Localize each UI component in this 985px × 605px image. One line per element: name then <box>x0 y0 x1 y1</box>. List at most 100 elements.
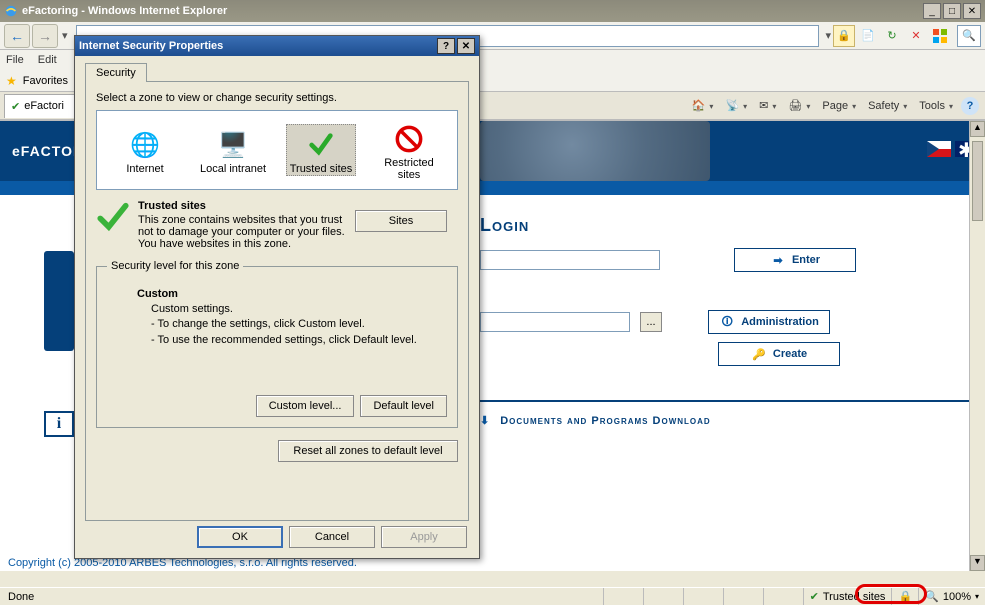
dialog-title: Internet Security Properties <box>79 40 223 52</box>
chevron-down-icon: ▾ <box>975 592 979 601</box>
dialog-help-button[interactable]: ? <box>437 38 455 54</box>
scroll-down-icon[interactable]: ▼ <box>970 555 985 571</box>
create-label: Create <box>773 348 807 360</box>
info-icon[interactable]: i <box>44 411 74 437</box>
feeds-button[interactable]: 📡 <box>721 97 751 114</box>
status-cell-1 <box>603 588 643 605</box>
dialog-titlebar[interactable]: Internet Security Properties ? ✕ <box>75 36 479 56</box>
zone-list: Internet Local intranet Trusted sites <box>96 110 458 190</box>
flag-cz[interactable] <box>927 141 951 157</box>
enter-icon: ➡ <box>770 252 786 268</box>
status-bar: Done ✔ Trusted sites 🔒 🔍 100% ▾ <box>0 587 985 605</box>
star-icon: ★ <box>6 74 17 88</box>
zone-internet-label: Internet <box>110 163 180 175</box>
zone-restricted[interactable]: Restricted sites <box>374 119 444 181</box>
status-cell-4 <box>723 588 763 605</box>
computer-icon <box>217 129 249 161</box>
compat-view-icon[interactable]: 📄 <box>857 25 879 47</box>
zoom-control[interactable]: 🔍 100% ▾ <box>918 588 985 605</box>
reset-all-button[interactable]: Reset all zones to default level <box>278 440 458 462</box>
status-cell-3 <box>683 588 723 605</box>
left-panel-stub <box>44 251 74 351</box>
download-icon: ⬇ <box>480 414 490 427</box>
status-cell-2 <box>643 588 683 605</box>
create-button[interactable]: 🔑 Create <box>718 342 840 366</box>
favorites-label[interactable]: Favorites <box>23 75 68 87</box>
ok-button[interactable]: OK <box>197 526 283 548</box>
scroll-up-icon[interactable]: ▲ <box>970 121 985 137</box>
security-dialog: Internet Security Properties ? ✕ Securit… <box>74 35 480 559</box>
trusted-sites-desc1: This zone contains websites that you tru… <box>138 214 348 238</box>
administration-button[interactable]: 🛈 Administration <box>708 310 830 334</box>
key-icon: 🔑 <box>751 346 767 362</box>
default-level-button[interactable]: Default level <box>360 395 447 417</box>
status-cell-5 <box>763 588 803 605</box>
forward-button[interactable] <box>32 24 58 48</box>
safety-menu[interactable]: Safety <box>864 98 911 114</box>
window-titlebar: eFactoring - Windows Internet Explorer _… <box>0 0 985 22</box>
mail-button[interactable]: ✉ <box>755 97 780 114</box>
page-menu[interactable]: Page <box>818 98 860 114</box>
refresh-button[interactable]: ↻ <box>881 25 903 47</box>
enter-button[interactable]: ➡ Enter <box>734 248 856 272</box>
status-zone-label: Trusted sites <box>823 591 886 603</box>
login-field-1[interactable] <box>480 250 660 270</box>
certificate-field[interactable] <box>480 312 630 332</box>
page-tab[interactable]: ✔ eFactori <box>4 94 83 118</box>
dialog-close-button[interactable]: ✕ <box>457 38 475 54</box>
checkmark-icon: ✔ <box>11 100 20 113</box>
back-button[interactable] <box>4 24 30 48</box>
nav-dropdown-icon[interactable]: ▾ <box>62 29 68 42</box>
security-tab-page: Select a zone to view or change security… <box>85 81 469 521</box>
download-label: Documents and Programs Download <box>500 415 711 427</box>
custom-line-0: Custom settings. <box>151 302 447 317</box>
window-minimize-button[interactable]: _ <box>923 3 941 19</box>
windows-flag-icon <box>929 25 951 47</box>
help-button[interactable]: ? <box>961 97 979 115</box>
zone-trusted[interactable]: Trusted sites <box>286 124 356 176</box>
scroll-thumb[interactable] <box>972 141 983 221</box>
addr-dropdown-icon[interactable]: ▾ <box>825 29 831 42</box>
browse-button[interactable]: ... <box>640 312 662 332</box>
window-maximize-button[interactable]: □ <box>943 3 961 19</box>
command-bar: 🏠 📡 ✉ 🖨 Page Safety Tools ? <box>688 97 979 115</box>
ie-icon <box>4 4 18 18</box>
stop-button[interactable]: ✕ <box>905 25 927 47</box>
trusted-sites-header: Trusted sites <box>138 200 348 212</box>
zoom-icon: 🔍 <box>925 590 939 603</box>
zone-intranet[interactable]: Local intranet <box>198 125 268 175</box>
window-close-button[interactable]: ✕ <box>963 3 981 19</box>
brand-image <box>480 121 710 181</box>
print-button[interactable]: 🖨 <box>784 97 814 114</box>
status-text: Done <box>0 591 42 603</box>
trusted-sites-desc2: You have websites in this zone. <box>138 238 348 250</box>
zone-prompt: Select a zone to view or change security… <box>96 92 458 104</box>
zone-internet[interactable]: Internet <box>110 125 180 175</box>
checkmark-icon: ✔ <box>810 590 819 603</box>
apply-button[interactable]: Apply <box>381 526 467 548</box>
custom-level-button[interactable]: Custom level... <box>256 395 355 417</box>
home-button[interactable]: 🏠 <box>688 97 718 114</box>
zone-intranet-label: Local intranet <box>198 163 268 175</box>
administration-label: Administration <box>741 316 819 328</box>
sites-button[interactable]: Sites <box>355 210 447 232</box>
window-title: eFactoring - Windows Internet Explorer <box>22 5 923 17</box>
group-legend: Security level for this zone <box>107 260 243 272</box>
lock-icon: 🔒 <box>833 25 855 47</box>
custom-line-2: - To use the recommended settings, click… <box>151 333 447 348</box>
large-checkmark-icon <box>96 200 130 250</box>
menu-file[interactable]: File <box>6 54 24 66</box>
tab-security[interactable]: Security <box>85 63 147 82</box>
menu-edit[interactable]: Edit <box>38 54 57 66</box>
zone-trusted-label: Trusted sites <box>287 163 355 175</box>
admin-icon: 🛈 <box>719 314 735 330</box>
cancel-button[interactable]: Cancel <box>289 526 375 548</box>
security-level-group: Security level for this zone Custom Cust… <box>96 260 458 428</box>
vertical-scrollbar[interactable]: ▲ ▼ <box>969 121 985 571</box>
login-header: Login <box>480 215 985 236</box>
custom-header: Custom <box>137 288 447 300</box>
search-button[interactable]: 🔍 <box>957 25 981 47</box>
checkmark-icon <box>305 129 337 161</box>
download-section[interactable]: ⬇ Documents and Programs Download <box>480 400 985 427</box>
tools-menu[interactable]: Tools <box>915 98 957 114</box>
